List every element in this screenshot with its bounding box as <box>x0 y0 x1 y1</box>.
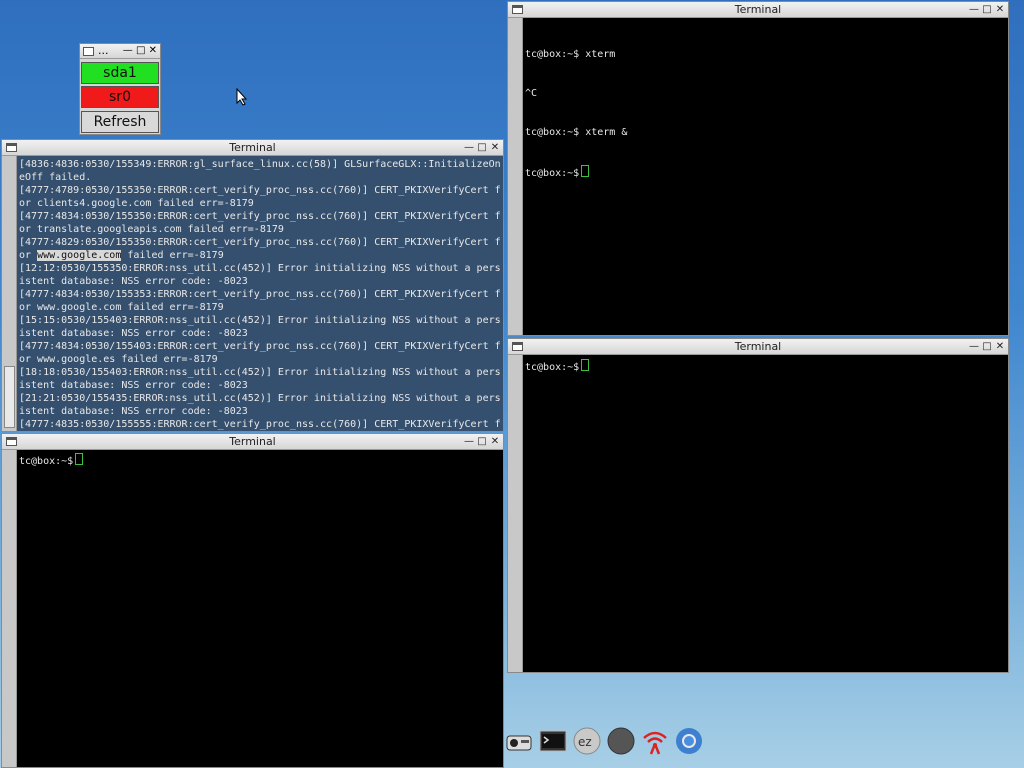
terminal-line: tc@box:~$ xterm & <box>525 127 628 138</box>
log-line: [4777:4835:0530/155555:ERROR:cert_verify… <box>19 419 501 430</box>
log-line: or www.google.com failed err=-8179 <box>19 250 224 261</box>
close-icon[interactable]: ✕ <box>490 140 500 155</box>
maximize-icon[interactable]: □ <box>477 434 487 449</box>
minimize-icon[interactable]: — <box>123 45 133 56</box>
wifi-icon[interactable] <box>640 726 670 756</box>
window-title: Terminal <box>229 141 276 154</box>
log-line: or www.google.com failed err=-8179 <box>19 302 224 313</box>
terminal-titlebar[interactable]: Terminal — □ ✕ <box>2 140 503 156</box>
log-line: [4777:4834:0530/155350:ERROR:cert_verify… <box>19 211 501 222</box>
chromium-icon[interactable] <box>674 726 704 756</box>
terminal-window-bottom-right: Terminal — □ ✕ tc@box:~$ <box>507 338 1009 673</box>
ezremaster-icon[interactable]: ez <box>572 726 602 756</box>
log-line: [4777:4834:0530/155353:ERROR:cert_verify… <box>19 289 501 300</box>
text-cursor <box>75 453 84 465</box>
terminal-output[interactable]: tc@box:~$ xterm ^C tc@box:~$ xterm & tc@… <box>525 22 1006 206</box>
maximize-icon[interactable]: □ <box>982 2 992 17</box>
terminal-log-text: [4836:4836:0530/155349:ERROR:gl_surface_… <box>19 158 501 431</box>
dock: ez <box>504 726 704 756</box>
terminal-line: tc@box:~$ xterm <box>525 49 616 60</box>
refresh-button[interactable]: Refresh <box>81 111 159 133</box>
log-line: [4836:4836:0530/155349:ERROR:gl_surface_… <box>19 159 501 170</box>
terminal-titlebar[interactable]: Terminal — □ ✕ <box>2 434 503 450</box>
close-icon[interactable]: ✕ <box>490 434 500 449</box>
scrollbar[interactable] <box>508 355 523 672</box>
log-line: or translate.googleapis.com failed err=-… <box>19 224 284 235</box>
window-menu-icon[interactable] <box>83 47 94 56</box>
terminal-titlebar[interactable]: Terminal — □ ✕ <box>508 2 1008 18</box>
minimize-icon[interactable]: — <box>969 2 979 17</box>
log-line: [12:12:0530/155350:ERROR:nss_util.cc(452… <box>19 263 501 274</box>
minimize-icon[interactable]: — <box>969 339 979 354</box>
maximize-icon[interactable]: □ <box>136 45 145 56</box>
terminal-line: ^C <box>525 88 538 99</box>
shell-prompt: tc@box:~$ <box>19 456 74 467</box>
log-line: istent database: NSS error code: -8023 <box>19 406 248 417</box>
close-icon[interactable]: ✕ <box>149 45 157 56</box>
window-menu-icon[interactable] <box>6 143 17 152</box>
compass-icon[interactable] <box>606 726 636 756</box>
terminal-window-top-right: Terminal — □ ✕ tc@box:~$ xterm ^C tc@box… <box>507 1 1009 336</box>
terminal-window-bottom-left: Terminal — □ ✕ tc@box:~$ <box>1 433 504 768</box>
text-cursor <box>581 165 590 177</box>
terminal-window-log: Terminal — □ ✕ [4836:4836:0530/155349:ER… <box>1 139 504 432</box>
selected-text: www.google.com <box>37 250 122 261</box>
scrollbar[interactable] <box>508 18 523 335</box>
log-line: [4777:4834:0530/155403:ERROR:cert_verify… <box>19 341 501 352</box>
text-cursor <box>581 359 590 371</box>
terminal-prompt-line: tc@box:~$ <box>525 165 1006 180</box>
window-menu-icon[interactable] <box>512 5 523 14</box>
log-line: istent database: NSS error code: -8023 <box>19 380 248 391</box>
mount-sda1-button[interactable]: sda1 <box>81 62 159 84</box>
window-title: Terminal <box>734 3 782 16</box>
log-line: [4777:4829:0530/155350:ERROR:cert_verify… <box>19 237 501 248</box>
scrollbar[interactable] <box>2 450 17 767</box>
mount-icon[interactable] <box>504 726 534 756</box>
svg-text:ez: ez <box>578 735 592 749</box>
minimize-icon[interactable]: — <box>464 434 474 449</box>
log-line: [21:21:0530/155435:ERROR:nss_util.cc(452… <box>19 393 501 404</box>
terminal-titlebar[interactable]: Terminal — □ ✕ <box>508 339 1008 355</box>
window-title: Terminal <box>229 435 276 448</box>
maximize-icon[interactable]: □ <box>477 140 487 155</box>
window-menu-icon[interactable] <box>6 437 17 446</box>
log-line: eOff failed. <box>19 172 92 183</box>
close-icon[interactable]: ✕ <box>995 2 1005 17</box>
log-line: or www.google.es failed err=-8179 <box>19 354 218 365</box>
scrollbar[interactable] <box>2 156 17 431</box>
minimize-icon[interactable]: — <box>464 140 474 155</box>
log-line: istent database: NSS error code: -8023 <box>19 276 248 287</box>
mount-sr0-button[interactable]: sr0 <box>81 86 159 108</box>
terminal-icon[interactable] <box>538 726 568 756</box>
terminal-prompt-line[interactable]: tc@box:~$ <box>19 453 501 468</box>
shell-prompt: tc@box:~$ <box>525 362 580 373</box>
log-line: [4777:4789:0530/155350:ERROR:cert_verify… <box>19 185 501 196</box>
window-title: Terminal <box>734 340 782 353</box>
close-icon[interactable]: ✕ <box>995 339 1005 354</box>
window-menu-icon[interactable] <box>512 342 523 351</box>
log-line: istent database: NSS error code: -8023 <box>19 328 248 339</box>
mount-tool-window: ... — □ ✕ sda1 sr0 Refresh <box>79 43 161 135</box>
mount-tool-title: ... <box>98 44 109 57</box>
maximize-icon[interactable]: □ <box>982 339 992 354</box>
log-line: [15:15:0530/155403:ERROR:nss_util.cc(452… <box>19 315 501 326</box>
log-line: or clients4.google.com failed err=-8179 <box>19 198 254 209</box>
log-line: [18:18:0530/155403:ERROR:nss_util.cc(452… <box>19 367 501 378</box>
terminal-prompt-line[interactable]: tc@box:~$ <box>525 359 1006 374</box>
mouse-pointer-icon <box>236 88 248 106</box>
scrollbar-thumb[interactable] <box>4 366 15 428</box>
mount-tool-titlebar[interactable]: ... — □ ✕ <box>80 44 160 59</box>
shell-prompt: tc@box:~$ <box>525 168 580 179</box>
